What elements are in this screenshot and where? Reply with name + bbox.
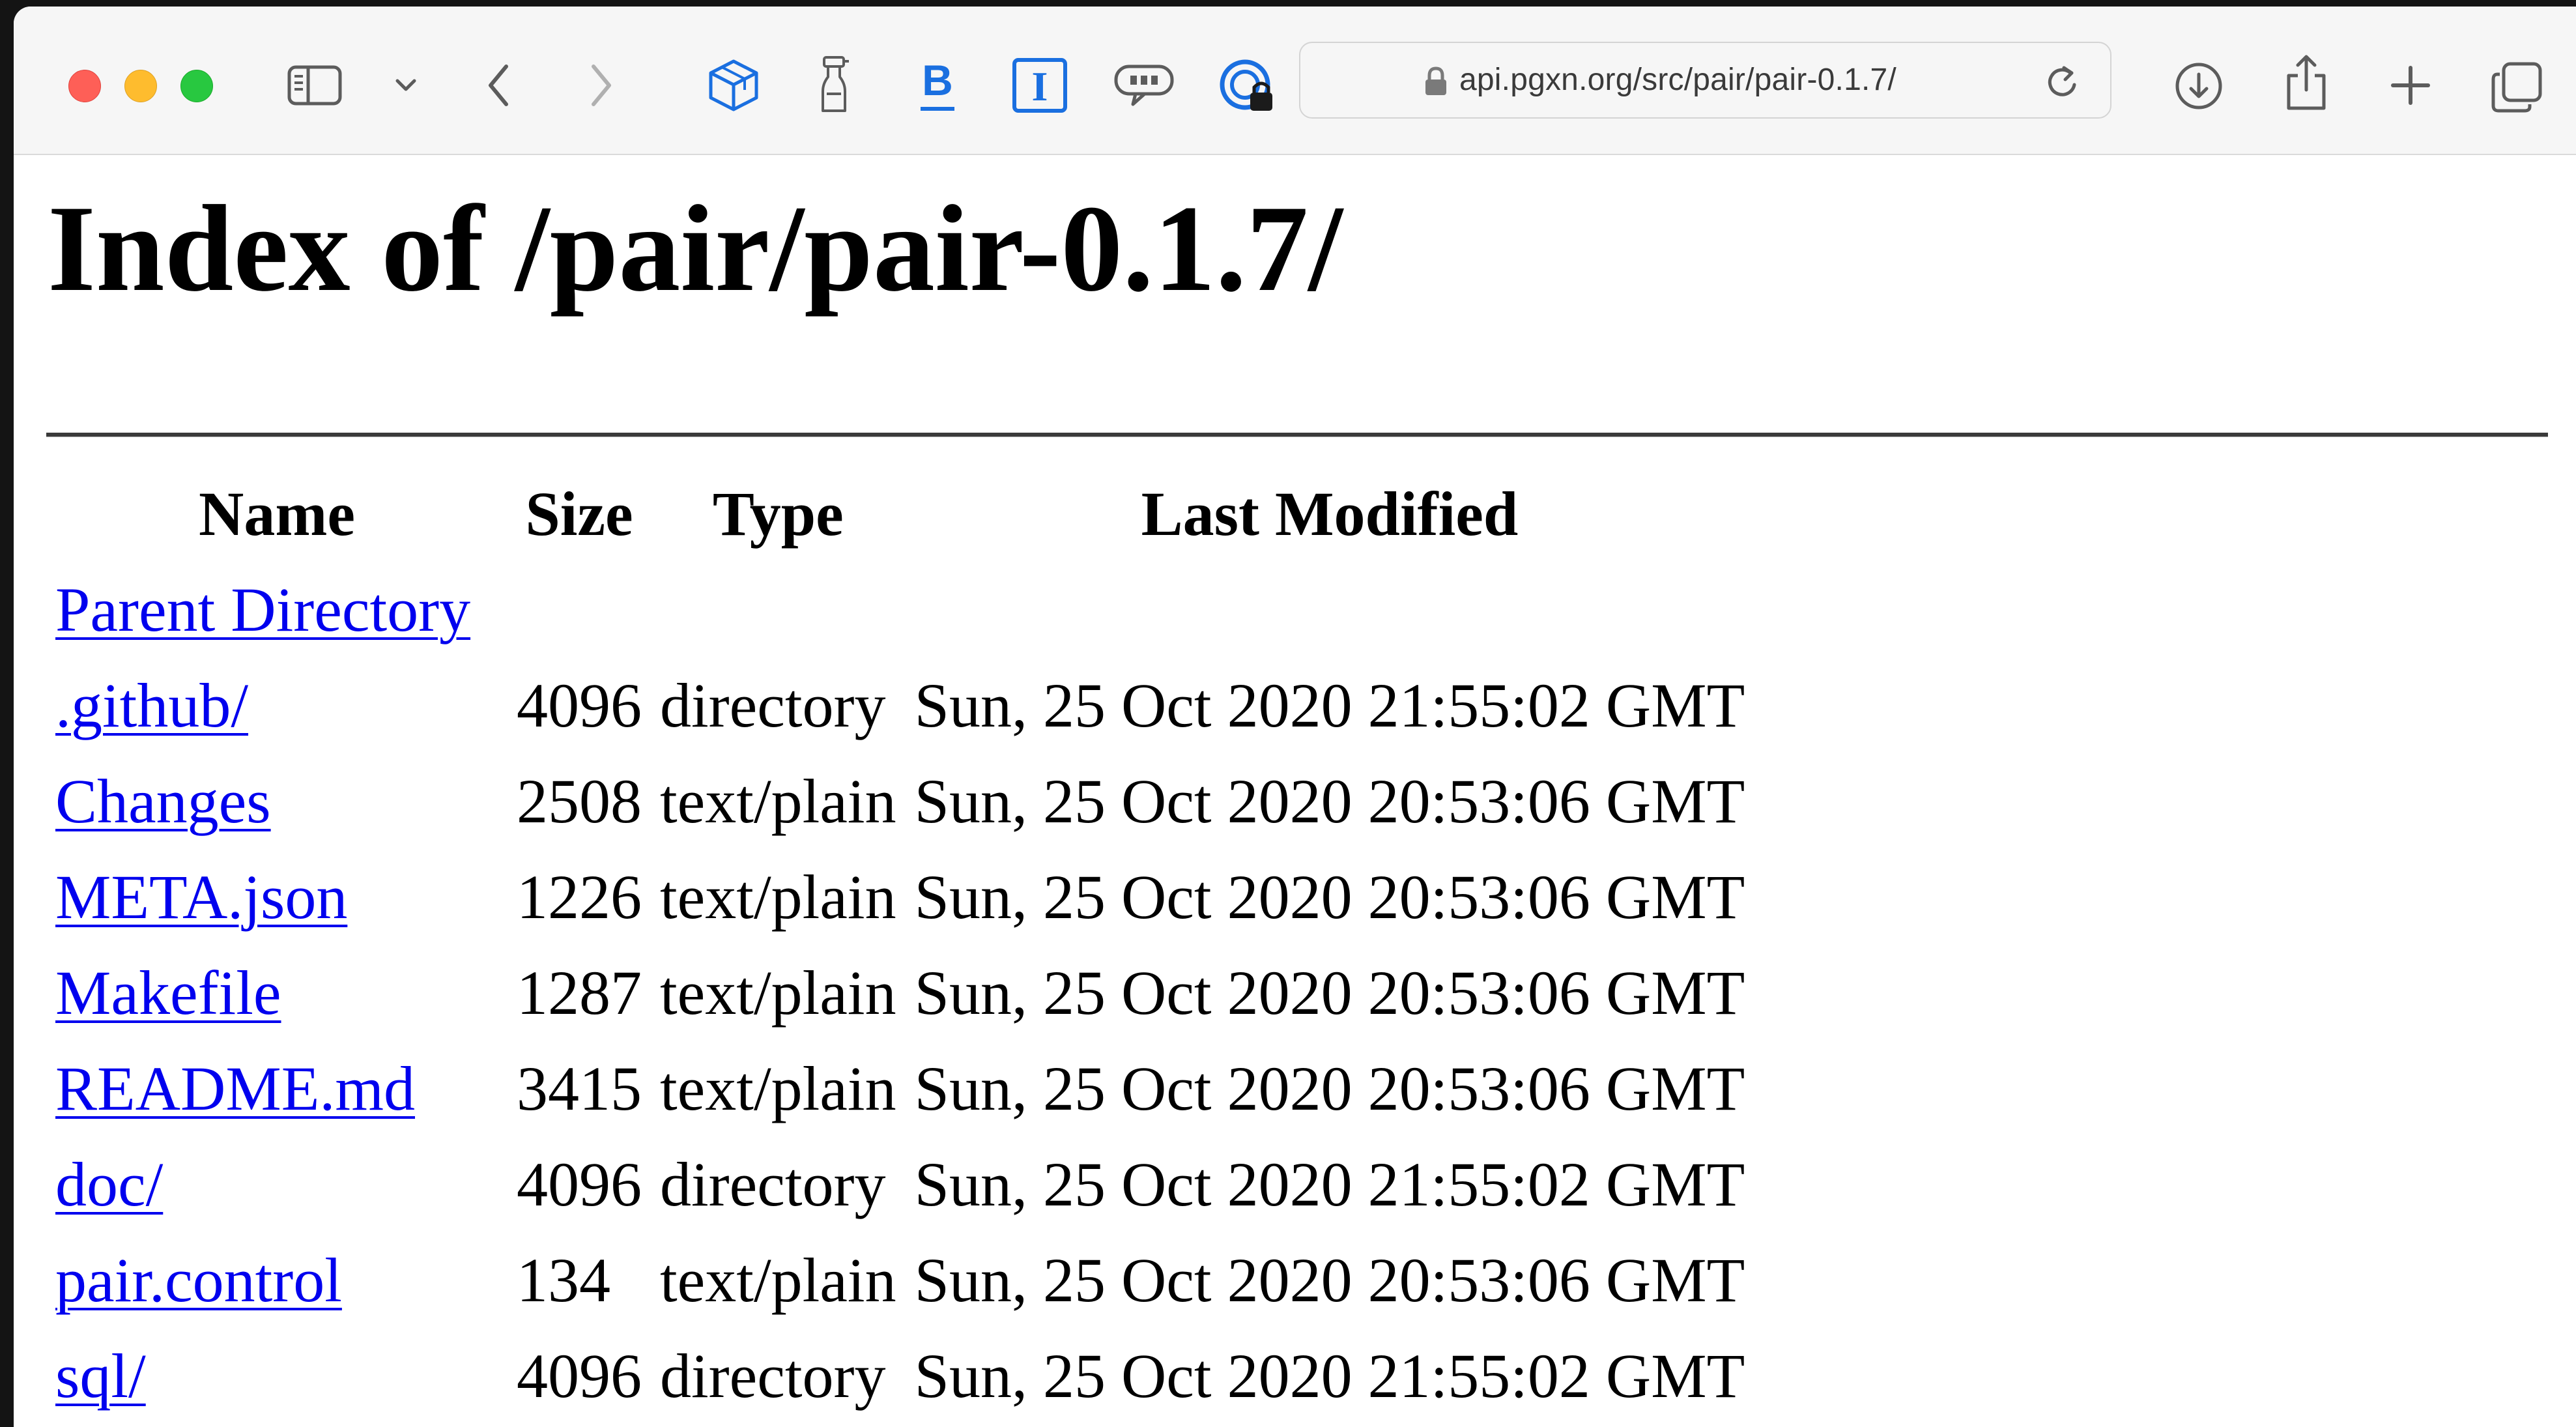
- file-type: directory: [660, 1341, 886, 1411]
- table-row: META.json 1226 text/plain Sun, 25 Oct 20…: [46, 849, 1754, 945]
- table-header-row: Name Size Type Last Modified: [46, 466, 1754, 562]
- file-size: 2508: [517, 766, 642, 836]
- privacy-lock-icon[interactable]: [1218, 57, 1278, 117]
- tab-overview-icon[interactable]: [2491, 61, 2543, 113]
- file-link[interactable]: pair.control: [55, 1245, 342, 1315]
- table-row: Changes 2508 text/plain Sun, 25 Oct 2020…: [46, 753, 1754, 849]
- lock-icon: [1424, 66, 1448, 100]
- share-icon[interactable]: [2283, 53, 2329, 112]
- file-link[interactable]: Changes: [55, 766, 271, 836]
- file-type: text/plain: [660, 1245, 896, 1315]
- parent-directory-link[interactable]: Parent Directory: [55, 575, 470, 644]
- file-last-modified: Sun, 25 Oct 2020 20:53:06 GMT: [914, 1054, 1745, 1123]
- bold-extension-icon[interactable]: B: [918, 57, 957, 116]
- file-size: 4096: [517, 670, 642, 740]
- file-last-modified: Sun, 25 Oct 2020 20:53:06 GMT: [914, 1245, 1745, 1315]
- spray-bottle-icon[interactable]: [818, 55, 850, 115]
- column-header-name: Name: [199, 479, 355, 549]
- file-size: 4096: [517, 1149, 642, 1219]
- table-row: README.md 3415 text/plain Sun, 25 Oct 20…: [46, 1041, 1754, 1136]
- minimize-window-button[interactable]: [124, 70, 157, 102]
- file-link[interactable]: Makefile: [55, 958, 281, 1028]
- file-type: directory: [660, 1149, 886, 1219]
- column-header-last-modified: Last Modified: [1141, 479, 1519, 549]
- file-last-modified: Sun, 25 Oct 2020 20:53:06 GMT: [914, 766, 1745, 836]
- file-last-modified: Sun, 25 Oct 2020 21:55:02 GMT: [914, 670, 1745, 740]
- table-row: sql/ 4096 directory Sun, 25 Oct 2020 21:…: [46, 1328, 1754, 1424]
- browser-window: B I api.pgxn.org/src/pair/pair-0.1.7/ In…: [14, 7, 2576, 1427]
- cube-extension-icon[interactable]: [706, 57, 762, 113]
- address-bar[interactable]: api.pgxn.org/src/pair/pair-0.1.7/: [1299, 42, 2111, 119]
- back-icon[interactable]: [485, 63, 511, 108]
- file-type: text/plain: [660, 1054, 896, 1123]
- file-link[interactable]: README.md: [55, 1054, 415, 1123]
- file-type: directory: [660, 670, 886, 740]
- text-cursor-extension-icon[interactable]: I: [1012, 57, 1068, 113]
- forward-icon[interactable]: [588, 63, 614, 108]
- file-type: text/plain: [660, 766, 896, 836]
- reload-icon[interactable]: [2044, 64, 2080, 102]
- sidebar-toggle-icon[interactable]: [287, 65, 342, 106]
- file-link[interactable]: doc/: [55, 1149, 163, 1219]
- file-type: text/plain: [660, 958, 896, 1028]
- svg-text:I: I: [1032, 63, 1048, 109]
- table-row: Makefile 1287 text/plain Sun, 25 Oct 202…: [46, 945, 1754, 1041]
- downloads-icon[interactable]: [2174, 61, 2224, 111]
- file-size: 4096: [517, 1341, 642, 1411]
- divider: [46, 433, 2548, 437]
- table-row: pair.control 134 text/plain Sun, 25 Oct …: [46, 1232, 1754, 1328]
- file-link[interactable]: META.json: [55, 862, 347, 932]
- chevron-down-icon[interactable]: [395, 78, 417, 93]
- file-size: 1226: [517, 862, 642, 932]
- file-listing-table: Name Size Type Last Modified Parent Dire…: [46, 466, 1754, 1424]
- url-text[interactable]: api.pgxn.org/src/pair/pair-0.1.7/: [1459, 43, 1896, 117]
- column-header-size: Size: [525, 479, 633, 549]
- file-size: 1287: [517, 958, 642, 1028]
- file-link[interactable]: sql/: [55, 1341, 146, 1411]
- file-size: 134: [517, 1245, 610, 1315]
- file-last-modified: Sun, 25 Oct 2020 21:55:02 GMT: [914, 1149, 1745, 1219]
- close-window-button[interactable]: [68, 70, 101, 102]
- file-size: 3415: [517, 1054, 642, 1123]
- column-header-type: Type: [712, 479, 844, 549]
- chat-bubble-icon[interactable]: [1113, 64, 1175, 107]
- file-link[interactable]: .github/: [55, 670, 248, 740]
- zoom-window-button[interactable]: [180, 70, 213, 102]
- new-tab-icon[interactable]: [2389, 64, 2432, 107]
- browser-toolbar: B I api.pgxn.org/src/pair/pair-0.1.7/: [14, 7, 2576, 155]
- svg-text:B: B: [922, 57, 953, 104]
- file-last-modified: Sun, 25 Oct 2020 21:55:02 GMT: [914, 1341, 1745, 1411]
- page-title: Index of /pair/pair-0.1.7/: [48, 180, 1343, 317]
- table-row: .github/ 4096 directory Sun, 25 Oct 2020…: [46, 657, 1754, 753]
- file-last-modified: Sun, 25 Oct 2020 20:53:06 GMT: [914, 862, 1745, 932]
- file-last-modified: Sun, 25 Oct 2020 20:53:06 GMT: [914, 958, 1745, 1028]
- table-row: doc/ 4096 directory Sun, 25 Oct 2020 21:…: [46, 1136, 1754, 1232]
- table-row-parent: Parent Directory: [46, 562, 1754, 657]
- file-type: text/plain: [660, 862, 896, 932]
